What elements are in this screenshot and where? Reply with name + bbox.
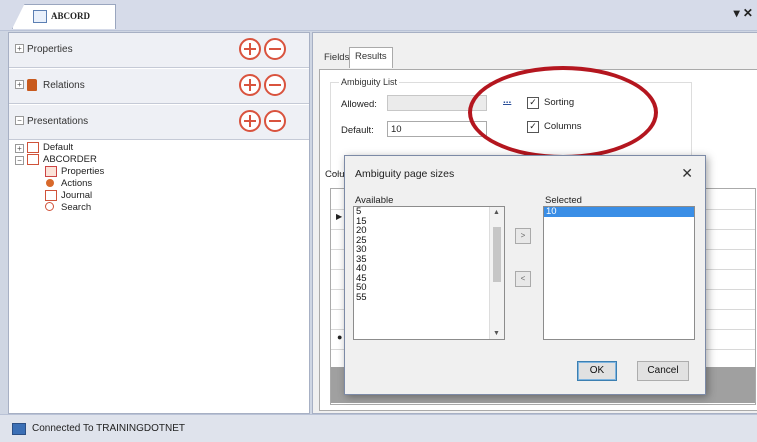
scroll-down-icon[interactable]: ▼: [493, 330, 500, 337]
presentation-icon: [27, 154, 39, 165]
section-relations[interactable]: + Relations: [9, 69, 309, 104]
connection-status: Connected To TRAININGDOTNET: [32, 423, 186, 434]
selected-list[interactable]: 10: [543, 206, 695, 340]
list-item[interactable]: 35: [354, 254, 504, 265]
window-controls[interactable]: ▾ ✕: [734, 6, 753, 20]
highlight-ellipse: [468, 66, 658, 159]
document-tab[interactable]: ABCORD: [12, 4, 116, 29]
add-property-button[interactable]: [239, 38, 261, 60]
columns-grid-label: Colu: [325, 169, 345, 180]
list-item[interactable]: 25: [354, 235, 504, 246]
selected-label: Selected: [545, 195, 582, 206]
lock-icon: [27, 79, 37, 91]
document-tab-label: ABCORD: [51, 11, 91, 21]
journal-icon: [45, 190, 57, 201]
list-item[interactable]: 45: [354, 273, 504, 284]
default-label: Default:: [341, 125, 374, 136]
expand-icon[interactable]: +: [15, 80, 24, 89]
search-icon: [45, 202, 54, 211]
move-right-button[interactable]: >: [515, 228, 531, 244]
add-presentation-button[interactable]: [239, 110, 261, 132]
expand-icon[interactable]: +: [15, 144, 24, 153]
presentation-icon: [27, 142, 39, 153]
list-item[interactable]: 20: [354, 226, 504, 236]
allowed-label: Allowed:: [341, 99, 377, 110]
section-relations-label: Relations: [43, 80, 85, 91]
section-presentations[interactable]: − Presentations: [9, 105, 309, 140]
properties-icon: [45, 166, 57, 177]
add-relation-button[interactable]: [239, 74, 261, 96]
row-selector-icon: ▶: [336, 212, 343, 221]
status-bar: Connected To TRAININGDOTNET: [0, 414, 757, 442]
collapse-icon[interactable]: −: [15, 116, 24, 125]
available-list[interactable]: 5 15 20 25 30 35 40 45 50 55 ▲ ▼: [353, 206, 505, 340]
available-label: Available: [355, 195, 394, 206]
ok-button[interactable]: OK: [577, 361, 617, 381]
server-icon: [12, 423, 26, 435]
form-icon: [33, 10, 47, 23]
ambiguity-page-sizes-dialog: Ambiguity page sizes ✕ Available 5 15 20…: [344, 155, 706, 395]
remove-property-button[interactable]: [264, 38, 286, 60]
list-item[interactable]: 15: [354, 216, 504, 227]
move-left-button[interactable]: <: [515, 271, 531, 287]
tab-results[interactable]: Results: [349, 47, 393, 68]
scroll-thumb[interactable]: [493, 227, 501, 282]
left-panel: + Properties + Relations − Presentations…: [8, 32, 310, 414]
list-item[interactable]: 5: [354, 207, 504, 217]
list-item[interactable]: 10: [544, 207, 694, 217]
remove-relation-button[interactable]: [264, 74, 286, 96]
ambiguity-list-title: Ambiguity List: [339, 77, 400, 87]
remove-presentation-button[interactable]: [264, 110, 286, 132]
collapse-icon[interactable]: −: [15, 156, 24, 165]
list-item[interactable]: 40: [354, 264, 504, 274]
dialog-title: Ambiguity page sizes: [355, 168, 455, 180]
available-scrollbar[interactable]: ▲ ▼: [489, 207, 504, 339]
list-item[interactable]: 50: [354, 283, 504, 293]
expand-icon[interactable]: +: [15, 44, 24, 53]
new-row-icon: ●: [337, 332, 343, 342]
cancel-button[interactable]: Cancel: [637, 361, 689, 381]
list-item[interactable]: 30: [354, 245, 504, 255]
section-presentations-label: Presentations: [27, 116, 89, 127]
close-icon[interactable]: ✕: [681, 165, 693, 182]
document-tab-strip: ABCORD ▾ ✕: [0, 0, 757, 31]
section-properties[interactable]: + Properties: [9, 33, 309, 68]
section-properties-label: Properties: [27, 44, 73, 55]
list-item[interactable]: 55: [354, 292, 504, 303]
scroll-up-icon[interactable]: ▲: [493, 209, 500, 216]
actions-icon: [46, 179, 54, 187]
